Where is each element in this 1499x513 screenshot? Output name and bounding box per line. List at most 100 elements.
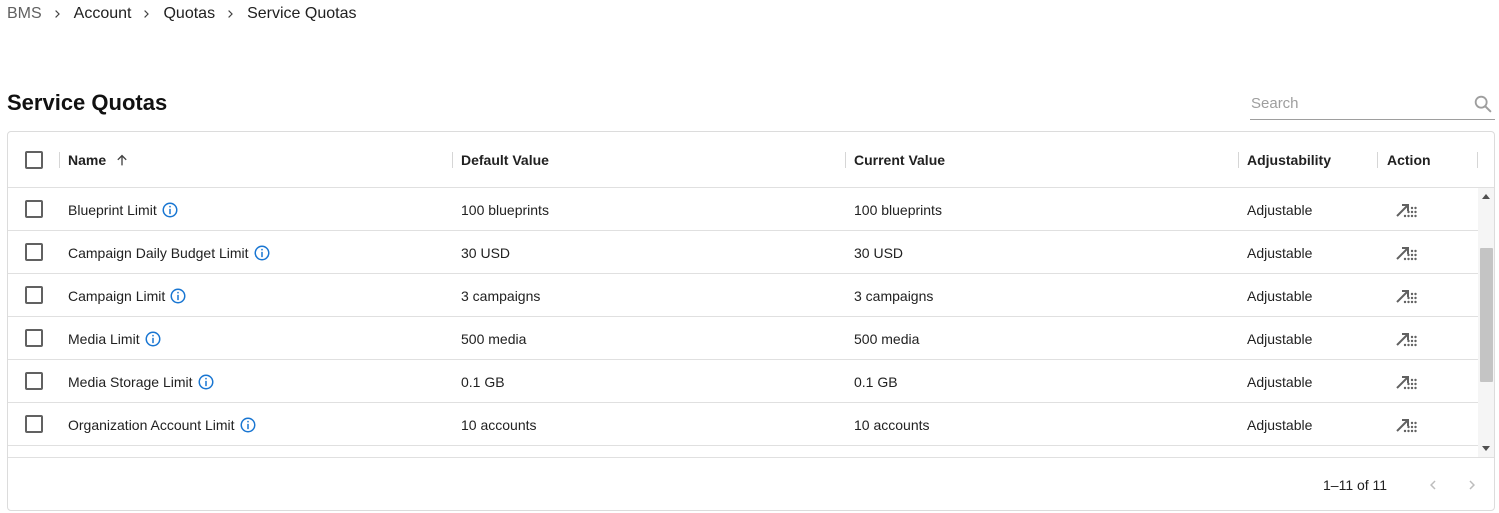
table-body: Blueprint Limit 100 blueprints 100 bluep… xyxy=(8,188,1478,457)
table-row[interactable]: Media Storage Limit 0.1 GB 0.1 GB Adjust… xyxy=(8,360,1478,403)
table-header: Name Default Value Current Value Adjusta… xyxy=(8,132,1494,188)
current-value-cell: 30 USD xyxy=(854,244,904,261)
column-divider xyxy=(59,152,60,168)
quota-name-cell: Media Limit xyxy=(68,317,162,360)
page-title: Service Quotas xyxy=(7,90,168,115)
column-header-action: Action xyxy=(1387,152,1431,168)
quota-name-cell: Organization Account Limit xyxy=(68,403,257,446)
adjustability-cell: Adjustable xyxy=(1247,416,1313,433)
current-value-cell: 100 blueprints xyxy=(854,201,942,218)
default-value-cell: 0.1 GB xyxy=(461,373,505,390)
table-row[interactable]: Organization Account Limit 10 accounts 1… xyxy=(8,403,1478,446)
column-header-adjustability[interactable]: Adjustability xyxy=(1247,132,1331,188)
info-icon[interactable] xyxy=(144,330,162,348)
quota-name[interactable]: Campaign Limit xyxy=(68,288,165,304)
previous-page-button[interactable] xyxy=(1422,474,1444,496)
breadcrumb-item-quotas[interactable]: Quotas xyxy=(163,5,215,23)
table-row[interactable]: Media Limit 500 media 500 media Adjustab… xyxy=(8,317,1478,360)
row-checkbox[interactable] xyxy=(25,243,43,261)
info-icon[interactable] xyxy=(253,244,271,262)
column-divider xyxy=(452,152,453,168)
default-value-cell: 10 accounts xyxy=(461,416,537,433)
quota-name-cell: Campaign Daily Budget Limit xyxy=(68,231,271,274)
current-value-cell: 10 accounts xyxy=(854,416,930,433)
next-page-button[interactable] xyxy=(1461,474,1483,496)
default-value-cell: 500 media xyxy=(461,330,527,347)
search-icon[interactable] xyxy=(1472,93,1494,115)
adjustability-cell: Adjustable xyxy=(1247,244,1313,261)
current-value-cell: 3 campaigns xyxy=(854,287,934,304)
row-checkbox[interactable] xyxy=(25,200,43,218)
row-checkbox[interactable] xyxy=(25,415,43,433)
scroll-up-arrow-icon[interactable] xyxy=(1482,194,1490,199)
column-header-name[interactable]: Name xyxy=(68,132,130,188)
table-row[interactable]: Blueprint Limit 100 blueprints 100 bluep… xyxy=(8,188,1478,231)
chevron-right-icon xyxy=(1469,480,1475,490)
current-value-cell: 500 media xyxy=(854,330,920,347)
table-row[interactable]: Campaign Limit 3 campaigns 3 campaigns A… xyxy=(8,274,1478,317)
column-header-current-value[interactable]: Current Value xyxy=(854,132,945,188)
breadcrumb-item-bms[interactable]: BMS xyxy=(7,5,42,23)
request-increase-icon[interactable] xyxy=(1394,285,1418,307)
request-increase-icon[interactable] xyxy=(1394,371,1418,393)
chevron-left-icon xyxy=(1430,480,1436,490)
table-row[interactable]: Campaign Daily Budget Limit 30 USD 30 US… xyxy=(8,231,1478,274)
request-increase-icon[interactable] xyxy=(1394,242,1418,264)
quota-name[interactable]: Media Limit xyxy=(68,331,140,347)
scrollbar-thumb[interactable] xyxy=(1480,248,1493,382)
adjustability-cell: Adjustable xyxy=(1247,330,1313,347)
quota-name-cell: Media Storage Limit xyxy=(68,360,215,403)
breadcrumb-item-service-quotas: Service Quotas xyxy=(247,5,357,22)
adjustability-cell: Adjustable xyxy=(1247,373,1313,390)
column-label-name: Name xyxy=(68,152,107,168)
action-cell xyxy=(1394,403,1418,446)
column-divider xyxy=(1377,152,1378,168)
default-value-cell: 30 USD xyxy=(461,244,511,261)
breadcrumb-item-account[interactable]: Account xyxy=(74,5,132,23)
chevron-right-icon xyxy=(215,7,247,21)
info-icon[interactable] xyxy=(161,201,179,219)
search-box xyxy=(1250,88,1495,120)
vertical-scrollbar[interactable] xyxy=(1478,188,1494,457)
column-divider xyxy=(845,152,846,168)
adjustability-cell: Adjustable xyxy=(1247,201,1313,218)
action-cell xyxy=(1394,317,1418,360)
quota-name-cell: Blueprint Limit xyxy=(68,188,179,231)
search-input[interactable] xyxy=(1250,88,1472,119)
select-all-checkbox[interactable] xyxy=(25,151,43,169)
service-quotas-table: Name Default Value Current Value Adjusta… xyxy=(7,131,1495,511)
table-row-partial[interactable] xyxy=(8,446,1478,457)
chevron-right-icon xyxy=(131,7,163,21)
request-increase-icon[interactable] xyxy=(1394,414,1418,436)
info-icon[interactable] xyxy=(239,416,257,434)
column-header-default-value[interactable]: Default Value xyxy=(461,132,549,188)
info-icon[interactable] xyxy=(169,287,187,305)
quota-name[interactable]: Blueprint Limit xyxy=(68,202,157,218)
row-checkbox[interactable] xyxy=(25,329,43,347)
row-checkbox[interactable] xyxy=(25,372,43,390)
default-value-cell: 100 blueprints xyxy=(461,201,549,218)
quota-name[interactable]: Media Storage Limit xyxy=(68,374,193,390)
action-cell xyxy=(1394,188,1418,231)
info-icon[interactable] xyxy=(197,373,215,391)
action-cell xyxy=(1394,231,1418,274)
pagination-info: 1–11 of 11 xyxy=(1323,477,1388,493)
column-divider xyxy=(1238,152,1239,168)
default-value-cell: 3 campaigns xyxy=(461,287,541,304)
row-checkbox[interactable] xyxy=(25,286,43,304)
column-divider xyxy=(1477,152,1478,168)
quota-name[interactable]: Campaign Daily Budget Limit xyxy=(68,245,249,261)
quota-name[interactable]: Organization Account Limit xyxy=(68,417,235,433)
arrow-up-icon[interactable] xyxy=(114,152,130,168)
adjustability-cell: Adjustable xyxy=(1247,287,1313,304)
table-footer: 1–11 of 11 xyxy=(8,457,1494,510)
current-value-cell: 0.1 GB xyxy=(854,373,898,390)
breadcrumb: BMS Account Quotas Service Quotas xyxy=(7,4,356,24)
request-increase-icon[interactable] xyxy=(1394,328,1418,350)
scroll-down-arrow-icon[interactable] xyxy=(1482,446,1490,451)
request-increase-icon[interactable] xyxy=(1394,199,1418,221)
quota-name-cell: Campaign Limit xyxy=(68,274,187,317)
chevron-right-icon xyxy=(42,7,74,21)
action-cell xyxy=(1394,360,1418,403)
action-cell xyxy=(1394,274,1418,317)
